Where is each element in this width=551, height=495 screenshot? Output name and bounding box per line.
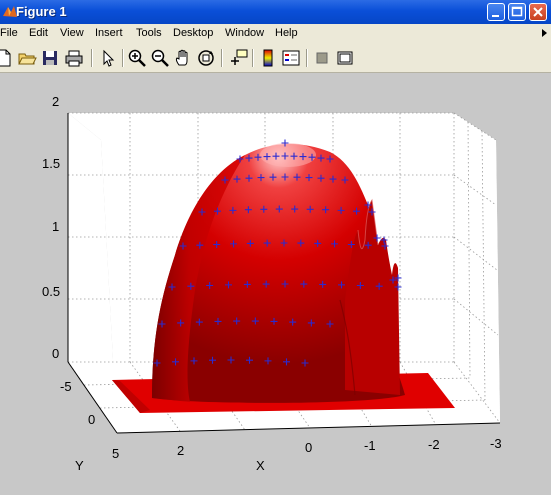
pointer-icon[interactable] bbox=[98, 48, 118, 68]
toolbar-separator bbox=[306, 49, 308, 67]
y-axis-label: Y bbox=[75, 458, 84, 473]
axes-top-face bbox=[68, 113, 496, 140]
menu-view[interactable]: View bbox=[60, 27, 84, 39]
figure-toolbar bbox=[0, 44, 551, 73]
open-folder-icon[interactable] bbox=[17, 48, 37, 68]
x-axis-label: X bbox=[256, 458, 265, 473]
toolbar-separator bbox=[221, 49, 223, 67]
hide-plot-tools-icon[interactable] bbox=[312, 48, 332, 68]
print-icon[interactable] bbox=[64, 48, 84, 68]
z-tick-label: 1 bbox=[52, 219, 59, 234]
legend-icon[interactable] bbox=[281, 48, 301, 68]
show-plot-tools-icon[interactable] bbox=[335, 48, 355, 68]
x-tick-label: -2 bbox=[428, 437, 440, 452]
pan-hand-icon[interactable] bbox=[173, 48, 193, 68]
minimize-icon bbox=[492, 15, 499, 17]
chevron-right-icon[interactable] bbox=[541, 28, 549, 38]
rotate-3d-icon[interactable] bbox=[196, 48, 216, 68]
surface-highlight bbox=[260, 143, 316, 167]
z-tick-label: 0.5 bbox=[42, 284, 60, 299]
menu-bar: File Edit View Insert Tools Desktop Wind… bbox=[0, 24, 551, 44]
minimize-button[interactable] bbox=[487, 3, 505, 21]
zoom-in-icon[interactable] bbox=[127, 48, 147, 68]
colorbar-icon[interactable] bbox=[258, 48, 278, 68]
maximize-icon bbox=[511, 6, 523, 17]
x-axis-ticks: 2 0 -1 -2 -3 X bbox=[177, 436, 502, 473]
y-tick-label: -5 bbox=[60, 379, 72, 394]
maximize-button[interactable] bbox=[508, 3, 526, 21]
menu-file[interactable]: File bbox=[0, 27, 18, 39]
z-tick-label: 2 bbox=[52, 94, 59, 109]
menu-edit[interactable]: Edit bbox=[29, 27, 48, 39]
menu-desktop[interactable]: Desktop bbox=[173, 27, 213, 39]
figure-canvas[interactable]: 2 1.5 1 0.5 0 -5 0 5 Y 2 0 -1 -2 -3 X bbox=[0, 73, 551, 490]
menu-insert[interactable]: Insert bbox=[95, 27, 123, 39]
close-button[interactable] bbox=[529, 3, 547, 21]
x-tick-label: 2 bbox=[177, 443, 184, 458]
window-title: Figure 1 bbox=[16, 4, 67, 19]
menu-help[interactable]: Help bbox=[275, 27, 298, 39]
z-axis-ticks: 2 1.5 1 0.5 0 bbox=[42, 94, 60, 361]
toolbar-separator bbox=[91, 49, 93, 67]
menu-tools[interactable]: Tools bbox=[136, 27, 162, 39]
close-icon bbox=[533, 7, 543, 17]
z-tick-label: 0 bbox=[52, 346, 59, 361]
menu-window[interactable]: Window bbox=[225, 27, 264, 39]
x-tick-label: -1 bbox=[364, 438, 376, 453]
x-tick-label: -3 bbox=[490, 436, 502, 451]
y-tick-label: 5 bbox=[112, 446, 119, 461]
z-tick-label: 1.5 bbox=[42, 156, 60, 171]
x-tick-label: 0 bbox=[305, 440, 312, 455]
toolbar-separator bbox=[252, 49, 254, 67]
new-file-icon[interactable] bbox=[0, 48, 14, 68]
y-tick-label: 0 bbox=[88, 412, 95, 427]
surface-plot[interactable]: 2 1.5 1 0.5 0 -5 0 5 Y 2 0 -1 -2 -3 X bbox=[0, 73, 551, 490]
zoom-out-icon[interactable] bbox=[150, 48, 170, 68]
window-titlebar: Figure 1 bbox=[0, 0, 551, 24]
save-icon[interactable] bbox=[40, 48, 60, 68]
toolbar-separator bbox=[122, 49, 124, 67]
data-cursor-icon[interactable] bbox=[228, 48, 248, 68]
